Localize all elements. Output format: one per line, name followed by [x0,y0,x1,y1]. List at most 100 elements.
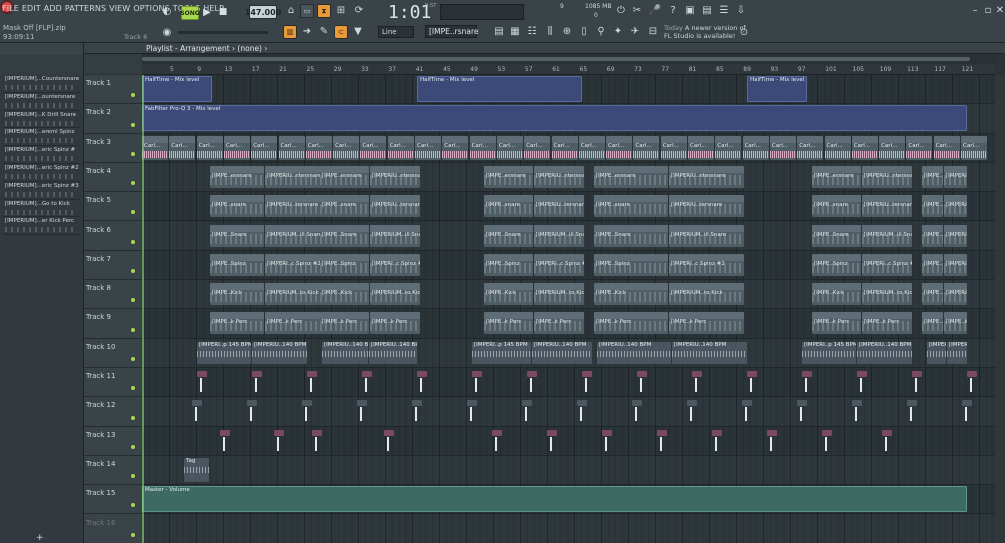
one-shot-clip[interactable] [577,400,587,422]
playlist-clip[interactable]: [IMPE..k Perc [534,312,584,335]
one-shot-clip[interactable] [747,371,757,393]
playlist-clip[interactable]: [IMPERIU..ntersnare [669,165,744,188]
tools-icon[interactable]: ✦ [611,25,625,39]
playlist-clip[interactable]: [IMPE..Snare [484,224,533,247]
one-shot-clip[interactable] [307,371,317,393]
playlist-clip[interactable]: [IMPERIU..140 BPM [597,341,671,364]
playlist-clip[interactable]: [IMPERIU..tersnare [862,195,912,218]
playlist-clip[interactable]: Carl... [496,135,523,160]
playlist-grid[interactable]: HalfTime - Mix level HalfTime - Mix level… [142,75,995,543]
track-enable-icon[interactable] [131,386,135,391]
track-header[interactable]: Track 5 [84,192,142,222]
arrangement-select[interactable]: (none) [237,44,262,53]
metronome-icon[interactable]: ⌂ [284,4,298,18]
countdown-icon[interactable]: ⧗ [317,4,331,18]
power-icon[interactable]: ⏻ [614,4,628,18]
tempo-display[interactable]: 147.000 [245,5,281,19]
playlist-clip[interactable]: Carl... [223,135,250,160]
playlist-clip[interactable]: Carl... [769,135,796,160]
playlist-clip[interactable]: [IMPE..k Perc [862,312,912,335]
one-shot-clip[interactable] [362,371,372,393]
playlist-clip[interactable]: Carl... [169,135,196,160]
playlist-clip[interactable]: [IMPERIU..ntersnare [862,165,912,188]
playlist-scrollbar[interactable] [142,54,995,64]
update-icon[interactable]: ⊙ [737,26,751,40]
playlist-clip[interactable]: Carl... [524,135,551,160]
playlist-clip[interactable]: [IMPE..snare [594,195,668,218]
track-header[interactable]: Track 15 [84,485,142,515]
track-enable-icon[interactable] [131,474,135,479]
cut-icon[interactable]: ✂ [630,4,644,18]
playlist-clip[interactable]: [IMPE..snare [922,195,943,218]
browser-icon[interactable]: ▯ [577,25,591,39]
one-shot-clip[interactable] [967,371,977,393]
track-header[interactable]: Track 3 [84,134,142,163]
playlist-clip[interactable]: [IMPERIU..tersnare [265,195,320,218]
playlist-clip[interactable]: [IMPERI..c Spinz #2 [669,253,744,276]
one-shot-clip[interactable] [522,400,532,422]
playlist-clip[interactable]: [IMPERIU..140 BPM [857,341,912,364]
playlist-clip[interactable]: Carl... [333,135,360,160]
one-shot-clip[interactable] [527,371,537,393]
one-shot-clip[interactable] [252,371,262,393]
menu-view[interactable]: VIEW [109,4,130,13]
track-lane[interactable] [142,368,995,398]
one-shot-clip[interactable] [467,400,477,422]
loop-record-icon[interactable]: ⟳ [352,4,366,18]
playlist-clip[interactable]: [IMPE..snare [320,195,369,218]
news-panel[interactable]: Today A newer version of FL Studio is av… [664,24,746,40]
playlist-clip[interactable]: [IMPERI..p 145 BPM [472,341,531,364]
one-shot-clip[interactable] [357,400,367,422]
playhead[interactable] [142,75,144,543]
track-header[interactable]: Track 4 [84,163,142,193]
one-shot-clip[interactable] [912,371,922,393]
playlist-clip[interactable]: [IMPERIU..ntersnare [265,165,320,188]
track-lane[interactable] [142,427,995,456]
one-shot-clip[interactable] [637,371,647,393]
one-shot-clip[interactable] [767,429,777,452]
playlist-clip[interactable]: [IMPERIUM..to Kick [669,283,744,306]
one-shot-clip[interactable] [962,400,972,422]
playlist-clip[interactable]: Carl... [715,135,742,160]
one-shot-clip[interactable] [274,429,284,452]
plugin-icon[interactable]: ⚲ [594,25,608,39]
playlist-clip[interactable]: [IMPERIU..ntersnare [534,165,584,188]
one-shot-clip[interactable] [852,400,862,422]
playlist-clip[interactable]: [IMPERIU..tersnare [370,195,420,218]
playlist-clip[interactable]: Carl... [660,135,687,160]
playlist-clip[interactable]: Carl... [851,135,878,160]
playlist-clip[interactable]: [IMPERIUM..ill Snare [669,224,744,247]
browser-item[interactable]: [IMPERIUM]...eric Spinz # [3,146,80,164]
vertical-scrollbar[interactable] [995,75,1005,543]
playlist-clip[interactable]: [IMPERIUM..to Kick [265,283,320,306]
playlist-clip[interactable]: [IMPE..ersnare [320,165,369,188]
one-shot-clip[interactable] [302,400,312,422]
playlist-clip[interactable]: [IMPE..k Perc [265,312,320,335]
track-enable-icon[interactable] [131,532,135,537]
track-enable-icon[interactable] [131,93,135,98]
track-enable-icon[interactable] [131,327,135,332]
playlist-clip[interactable]: [IMPERI..p 145 BPM [802,341,856,364]
one-shot-clip[interactable] [742,400,752,422]
one-shot-clip[interactable] [197,371,207,393]
playlist-clip[interactable]: FabFilter Pro-Q 3 - Mix level [142,105,967,132]
playlist-clip[interactable]: [IMPE..Spinz [594,253,668,276]
pat-song-knob-icon[interactable]: ◐ [160,5,174,19]
one-shot-clip[interactable] [384,429,394,452]
one-shot-clip[interactable] [602,429,612,452]
timeline-ruler[interactable]: 5 9 13 17 21 25 29 33 37 41 45 49 53 57 61 65 69 73 77 81 85… [142,64,995,75]
browser-item[interactable]: [IMPERIUM]...Countersnare [3,75,80,93]
playlist-clip[interactable]: [IMPE..k Perc [669,312,744,335]
playlist-clip[interactable]: [IMPERIUM..ill Snare [265,224,320,247]
playlist-clip[interactable]: [IMPERIUM..ill Snare [370,224,420,247]
playlist-clip[interactable]: Carl... [824,135,851,160]
pattern-select[interactable]: [IMPE..rsnare [425,25,479,38]
playlist-clip[interactable]: Carl... [442,135,469,160]
playlist-clip[interactable]: Carl... [906,135,933,160]
channel-rack-icon[interactable]: ☷ [525,25,539,39]
playlist-clip[interactable]: [IMPE..k Perc [370,312,420,335]
playlist-clip[interactable]: [IMPE..snare [210,195,264,218]
track-enable-icon[interactable] [131,239,135,244]
playlist-clip[interactable]: [IMPE..ersnare [484,165,533,188]
playlist-clip[interactable]: Carl... [142,135,168,160]
